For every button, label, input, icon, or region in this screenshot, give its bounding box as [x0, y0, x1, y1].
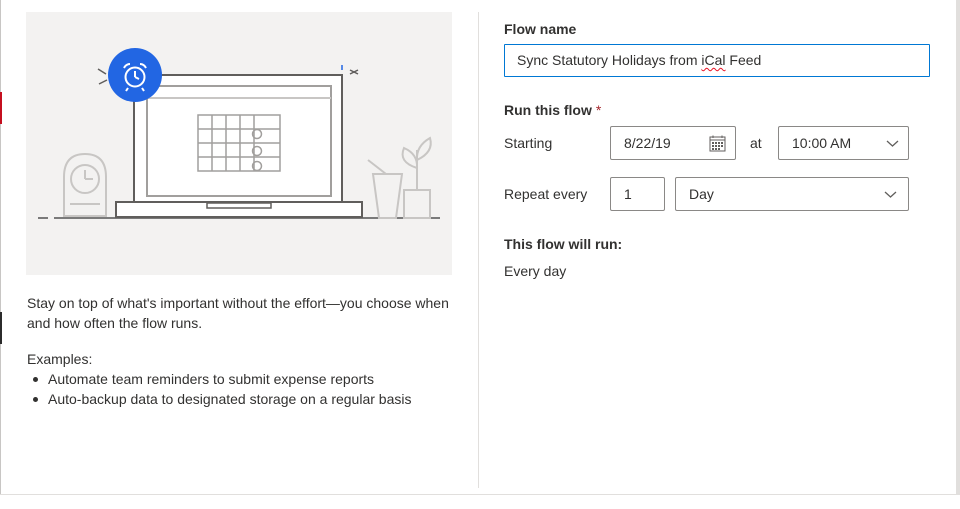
start-date-value: 8/22/19: [624, 135, 671, 151]
desk-clock-icon: [63, 152, 107, 217]
flow-summary-heading: This flow will run:: [504, 236, 623, 252]
flow-name-text-end: Feed: [725, 52, 762, 68]
chevron-down-icon: [886, 140, 899, 147]
alarm-clock-icon: [108, 48, 162, 102]
laptop-scene-svg: [38, 48, 440, 219]
frequency-dropdown[interactable]: Day: [675, 177, 909, 211]
example-item: Automate team reminders to submit expens…: [27, 369, 411, 389]
start-time-dropdown[interactable]: 10:00 AM: [778, 126, 909, 160]
chevron-down-icon: [884, 191, 897, 198]
panel-divider: [478, 12, 479, 488]
frequency-value: Day: [689, 186, 714, 202]
flow-name-misspelled-word: iCal: [701, 52, 726, 68]
examples-list: Automate team reminders to submit expens…: [27, 369, 411, 409]
required-asterisk: *: [595, 102, 602, 118]
start-date-picker[interactable]: 8/22/19: [610, 126, 736, 160]
interval-input[interactable]: 1: [610, 177, 665, 211]
interval-value: 1: [624, 186, 632, 202]
flow-name-text: Sync Statutory Holidays from: [517, 52, 702, 68]
background-accent-dark: [0, 312, 2, 344]
run-this-flow-label: Run this flow: [504, 102, 592, 118]
background-accent-red: [0, 92, 2, 124]
example-item: Auto-backup data to designated storage o…: [27, 389, 411, 409]
dialog-footer-edge: [0, 494, 960, 509]
start-time-value: 10:00 AM: [792, 135, 852, 151]
at-label: at: [750, 135, 762, 151]
examples-label: Examples:: [27, 351, 93, 367]
schedule-illustration: [26, 12, 452, 275]
plant-icon: [401, 136, 432, 219]
flow-name-input[interactable]: Sync Statutory Holidays from iCal Feed: [504, 44, 930, 77]
repeat-every-label: Repeat every: [504, 186, 588, 202]
run-this-flow-heading: Run this flow *: [504, 102, 601, 118]
cup-icon: [367, 159, 404, 219]
flow-description: Stay on top of what's important without …: [27, 295, 449, 331]
calendar-icon[interactable]: [709, 135, 726, 152]
window-right-edge: [956, 0, 960, 508]
flow-name-label: Flow name: [504, 21, 577, 37]
laptop-icon: [115, 74, 363, 218]
flow-summary-value: Every day: [504, 263, 567, 279]
window-left-edge: [0, 0, 1, 508]
starting-label: Starting: [504, 135, 553, 151]
